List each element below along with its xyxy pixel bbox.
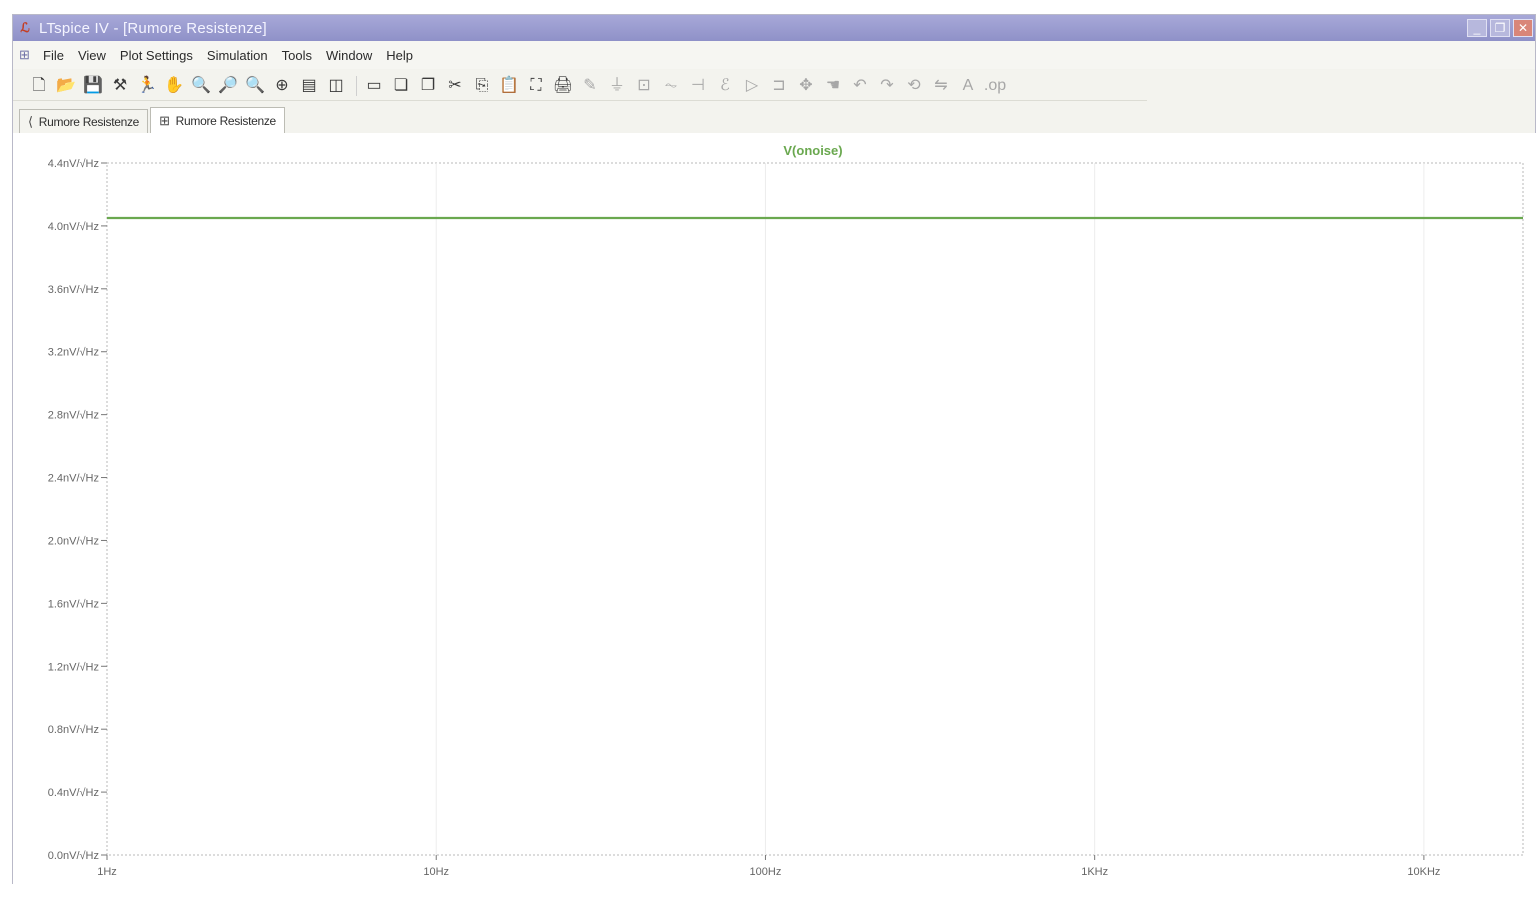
toolbar: 🗋 📂 💾 ⚒ 🏃 ✋ 🔍 🔎 🔍 ⊕ ▤ ◫ ▭ ❏ ❐ ✂ ⎘ 📋 ⛶ 🖨 … <box>13 71 1147 101</box>
document-tabs: ⟨ Rumore Resistenze ⊞ Rumore Resistenze <box>19 107 287 133</box>
wire-icon[interactable]: ✎ <box>578 74 602 98</box>
zoom-in-icon[interactable]: 🔍 <box>189 74 213 98</box>
menu-view[interactable]: View <box>78 48 106 63</box>
y-tick-label: 2.0nV/√Hz <box>48 535 99 547</box>
tab-waveform[interactable]: ⊞ Rumore Resistenze <box>150 107 285 133</box>
close-button[interactable]: ✕ <box>1513 19 1533 37</box>
y-tick-label: 1.2nV/√Hz <box>48 661 99 673</box>
diode-icon[interactable]: ▷ <box>740 74 764 98</box>
undo-icon[interactable]: ↶ <box>848 74 872 98</box>
tile-icon[interactable]: ◫ <box>324 74 348 98</box>
save-icon[interactable]: 💾 <box>81 74 105 98</box>
menu-simulation[interactable]: Simulation <box>207 48 268 63</box>
label-icon[interactable]: ⊡ <box>632 74 656 98</box>
y-tick-label: 3.2nV/√Hz <box>48 347 99 359</box>
cut-icon[interactable]: ❐ <box>416 74 440 98</box>
trace-label[interactable]: V(onoise) <box>783 143 842 158</box>
x-tick-label: 10Hz <box>423 866 449 878</box>
paste-icon[interactable]: ⎘ <box>470 74 494 98</box>
zoom-fit-icon[interactable]: ⊕ <box>270 74 294 98</box>
restore-button[interactable]: ❐ <box>1490 19 1510 37</box>
redo-icon[interactable]: ↷ <box>875 74 899 98</box>
window-title: LTspice IV - [Rumore Resistenze] <box>39 19 267 37</box>
open-icon[interactable]: 📂 <box>54 74 78 98</box>
mirror-icon[interactable]: ⇋ <box>929 74 953 98</box>
y-tick-label: 4.4nV/√Hz <box>48 158 99 170</box>
menu-bar: ⊞ File View Plot Settings Simulation Too… <box>13 41 1535 69</box>
menu-tools[interactable]: Tools <box>282 48 312 63</box>
ltspice-app-icon: ℒ <box>20 20 30 35</box>
menu-plot-settings[interactable]: Plot Settings <box>120 48 193 63</box>
move-icon[interactable]: ✥ <box>794 74 818 98</box>
menu-help[interactable]: Help <box>386 48 413 63</box>
cascade-icon[interactable]: ▭ <box>362 74 386 98</box>
tab-schematic[interactable]: ⟨ Rumore Resistenze <box>19 109 149 133</box>
ground-icon[interactable]: ⏚ <box>605 74 629 98</box>
tab-waveform-label: Rumore Resistenze <box>175 113 277 128</box>
control-panel-icon[interactable]: ⚒ <box>108 74 132 98</box>
menu-file[interactable]: File <box>43 48 64 63</box>
waveform-plot-pane[interactable]: 4.4nV/√Hz 4.0nV/√Hz 3.6nV/√Hz 3.2nV/√Hz 2.8n… <box>13 133 1536 885</box>
x-tick-label: 100Hz <box>750 866 782 878</box>
zoom-out-icon[interactable]: 🔍 <box>243 74 267 98</box>
y-tick-label: 2.4nV/√Hz <box>48 473 99 485</box>
inductor-icon[interactable]: ℰ <box>713 74 737 98</box>
y-tick-label: 0.0nV/√Hz <box>48 850 99 862</box>
halt-icon[interactable]: ✋ <box>162 74 186 98</box>
text-icon[interactable]: A <box>956 74 980 98</box>
y-tick-label: 4.0nV/√Hz <box>48 221 99 233</box>
print-icon[interactable]: 🖨 <box>551 74 575 98</box>
component-icon[interactable]: ⊐ <box>767 74 791 98</box>
menu-window[interactable]: Window <box>326 48 372 63</box>
find-icon[interactable]: 📋 <box>497 74 521 98</box>
minimize-button[interactable]: _ <box>1467 19 1487 37</box>
y-tick-label: 0.8nV/√Hz <box>48 724 99 736</box>
waveform-window-icon[interactable]: ⊞ <box>19 47 37 63</box>
x-tick-label: 1KHz <box>1081 866 1108 878</box>
y-tick-label: 1.6nV/√Hz <box>48 598 99 610</box>
drag-icon[interactable]: ☚ <box>821 74 845 98</box>
rotate-icon[interactable]: ⟲ <box>902 74 926 98</box>
resistor-icon[interactable]: ⏦ <box>659 74 683 98</box>
tab-schematic-label: Rumore Resistenze <box>38 114 140 129</box>
y-tick-label: 2.8nV/√Hz <box>48 410 99 422</box>
copy-icon[interactable]: ✂ <box>443 74 467 98</box>
pan-icon[interactable]: 🔎 <box>216 74 240 98</box>
waveform-icon: ⊞ <box>159 112 170 128</box>
y-tick-label: 3.6nV/√Hz <box>48 284 99 296</box>
title-bar[interactable]: ℒ LTspice IV - [Rumore Resistenze] _ ❐ ✕ <box>13 15 1535 41</box>
x-tick-label: 10KHz <box>1407 866 1440 878</box>
ltspice-window: ℒ LTspice IV - [Rumore Resistenze] _ ❐ ✕… <box>12 14 1536 885</box>
print-setup-icon[interactable]: ⛶ <box>524 74 548 98</box>
noise-plot[interactable]: 4.4nV/√Hz 4.0nV/√Hz 3.6nV/√Hz 3.2nV/√Hz 2.8n… <box>13 133 1536 885</box>
schematic-icon: ⟨ <box>28 113 33 129</box>
capacitor-icon[interactable]: ⊣ <box>686 74 710 98</box>
autorange-icon[interactable]: ▤ <box>297 74 321 98</box>
window-controls: _ ❐ ✕ <box>1467 19 1533 37</box>
plot-frame <box>106 162 1524 856</box>
y-tick-label: 0.4nV/√Hz <box>48 787 99 799</box>
run-icon[interactable]: 🏃 <box>135 74 159 98</box>
x-tick-label: 1Hz <box>97 866 117 878</box>
new-icon[interactable]: 🗋 <box>27 74 51 98</box>
close-all-icon[interactable]: ❏ <box>389 74 413 98</box>
spice-directive-icon[interactable]: .op <box>983 74 1007 98</box>
toolbar-separator <box>356 75 357 96</box>
